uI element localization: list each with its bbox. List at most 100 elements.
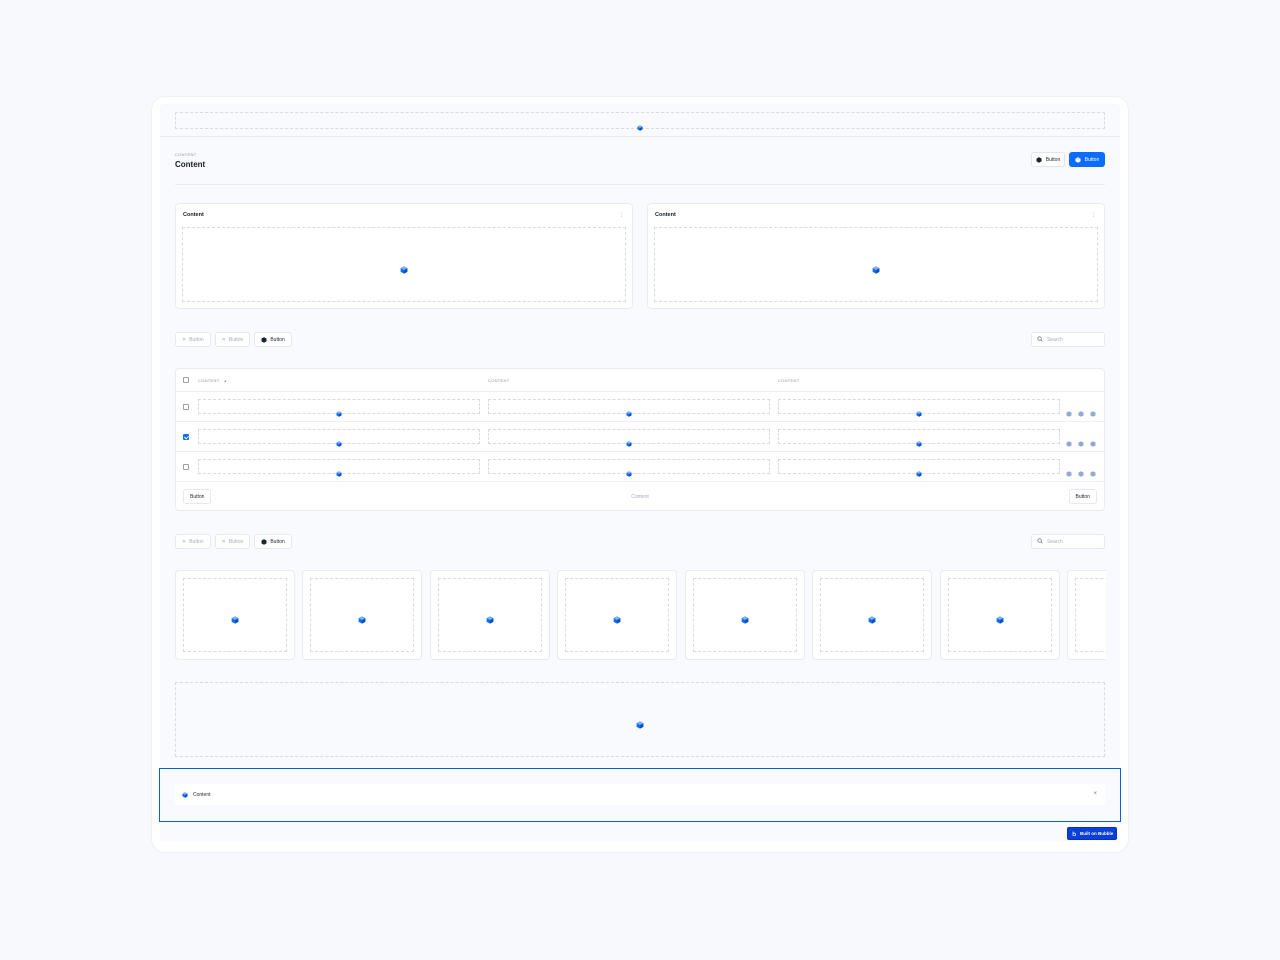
filter-button[interactable]: ✕ Button bbox=[175, 332, 211, 347]
gallery-placeholder bbox=[1075, 578, 1106, 652]
filter-button-active[interactable]: Button bbox=[254, 534, 292, 549]
column-header[interactable]: CONTENT bbox=[778, 378, 799, 383]
cube-icon bbox=[613, 611, 621, 624]
close-icon: ✕ bbox=[182, 336, 187, 343]
row-checkbox-checked[interactable] bbox=[183, 434, 189, 440]
built-on-bubble-badge[interactable]: Built on Bubble bbox=[1067, 827, 1117, 840]
cube-icon bbox=[872, 261, 880, 274]
primary-button[interactable]: Button bbox=[1069, 152, 1105, 167]
primary-button-label: Button bbox=[1084, 156, 1100, 163]
cube-icon bbox=[358, 611, 366, 624]
close-icon: ✕ bbox=[221, 336, 226, 343]
gallery-card[interactable] bbox=[430, 570, 550, 660]
row-actions bbox=[1066, 404, 1096, 417]
content-card: Content ⋮ bbox=[175, 203, 633, 309]
content-placeholder bbox=[175, 682, 1105, 757]
cube-icon bbox=[868, 611, 876, 624]
row-checkbox[interactable] bbox=[183, 404, 189, 410]
row-actions bbox=[1066, 434, 1096, 447]
cube-icon[interactable] bbox=[1066, 434, 1072, 447]
secondary-button[interactable]: Button bbox=[1031, 152, 1065, 167]
column-header-label: CONTENT bbox=[488, 378, 510, 383]
cube-icon[interactable] bbox=[1078, 434, 1084, 447]
row-checkbox[interactable] bbox=[183, 464, 189, 470]
content-card: Content ⋮ bbox=[647, 203, 1105, 309]
gallery-placeholder bbox=[438, 578, 542, 652]
gallery-card[interactable] bbox=[302, 570, 422, 660]
gallery-card[interactable] bbox=[175, 570, 295, 660]
page-eyebrow: CONTENT bbox=[175, 152, 197, 157]
table-cell bbox=[488, 459, 770, 477]
column-header[interactable]: CONTENT bbox=[488, 378, 509, 383]
bubble-logo-icon bbox=[1072, 831, 1077, 837]
filter-button-active[interactable]: Button bbox=[254, 332, 292, 347]
card-title: Content bbox=[183, 212, 204, 218]
toast-text: Content bbox=[193, 791, 211, 798]
cube-icon[interactable] bbox=[1078, 464, 1084, 477]
kebab-icon[interactable]: ⋮ bbox=[619, 213, 624, 218]
filter-button[interactable]: ✕ Button bbox=[175, 534, 211, 549]
cube-icon bbox=[1036, 156, 1042, 163]
cube-icon bbox=[916, 464, 922, 477]
data-table: CONTENT ▲ CONTENT CONTENT Button Content… bbox=[175, 368, 1105, 511]
notification-toast: Content × bbox=[175, 784, 1105, 805]
gallery bbox=[175, 565, 1106, 665]
sort-icon: ▲ bbox=[223, 378, 228, 383]
table-cell bbox=[778, 399, 1060, 417]
gallery-card[interactable] bbox=[1067, 570, 1106, 660]
cube-icon bbox=[261, 538, 267, 545]
table-row[interactable] bbox=[176, 422, 1104, 452]
card-placeholder bbox=[182, 227, 626, 302]
table-cell bbox=[488, 399, 770, 417]
search-input[interactable]: Search bbox=[1031, 332, 1105, 347]
filter-bar: ✕ Button ✕ Button Button bbox=[175, 332, 292, 347]
cube-icon[interactable] bbox=[1090, 434, 1096, 447]
table-cell bbox=[198, 459, 480, 477]
gallery-card[interactable] bbox=[685, 570, 805, 660]
card-title: Content bbox=[655, 212, 676, 218]
gallery-placeholder bbox=[565, 578, 669, 652]
divider bbox=[175, 184, 1105, 185]
topbar-placeholder bbox=[175, 112, 1105, 131]
filter-button[interactable]: ✕ Button bbox=[214, 534, 251, 549]
filter-bar: ✕ Button ✕ Button Button bbox=[175, 534, 292, 549]
pagination-info: Content bbox=[631, 494, 649, 500]
gallery-placeholder bbox=[693, 578, 797, 652]
search-input[interactable]: Search bbox=[1031, 534, 1105, 549]
close-icon[interactable]: × bbox=[1093, 791, 1097, 797]
close-icon: ✕ bbox=[182, 538, 187, 545]
pagination-next-button[interactable]: Button bbox=[1068, 489, 1097, 504]
cube-icon bbox=[486, 611, 494, 624]
cube-icon bbox=[916, 434, 922, 447]
cube-icon[interactable] bbox=[1066, 404, 1072, 417]
filter-button-label: Button bbox=[270, 538, 285, 545]
table-header: CONTENT ▲ CONTENT CONTENT bbox=[176, 369, 1104, 392]
table-footer: Button Content Button bbox=[176, 482, 1104, 512]
table-cell bbox=[488, 429, 770, 447]
column-header[interactable]: CONTENT ▲ bbox=[198, 378, 227, 383]
table-row[interactable] bbox=[176, 452, 1104, 482]
cube-icon bbox=[336, 404, 342, 417]
filter-button[interactable]: ✕ Button bbox=[214, 332, 251, 347]
filter-button-label: Button bbox=[228, 538, 244, 545]
cube-icon bbox=[336, 464, 342, 477]
gallery-card[interactable] bbox=[940, 570, 1060, 660]
cube-icon bbox=[261, 336, 267, 343]
filter-button-label: Button bbox=[189, 538, 204, 545]
gallery-card[interactable] bbox=[557, 570, 677, 660]
cube-icon[interactable] bbox=[1090, 464, 1096, 477]
filter-button-label: Button bbox=[270, 336, 285, 343]
page-title: Content bbox=[175, 160, 206, 169]
column-header-label: CONTENT bbox=[778, 378, 800, 383]
kebab-icon[interactable]: ⋮ bbox=[1091, 213, 1096, 218]
cube-icon[interactable] bbox=[1078, 404, 1084, 417]
cube-icon bbox=[636, 716, 644, 729]
gallery-card[interactable] bbox=[812, 570, 932, 660]
select-all-checkbox[interactable] bbox=[183, 377, 189, 383]
table-row[interactable] bbox=[176, 392, 1104, 422]
table-cell bbox=[778, 459, 1060, 477]
filter-button-label: Button bbox=[189, 336, 204, 343]
cube-icon[interactable] bbox=[1090, 404, 1096, 417]
cube-icon[interactable] bbox=[1066, 464, 1072, 477]
cube-icon bbox=[626, 464, 632, 477]
